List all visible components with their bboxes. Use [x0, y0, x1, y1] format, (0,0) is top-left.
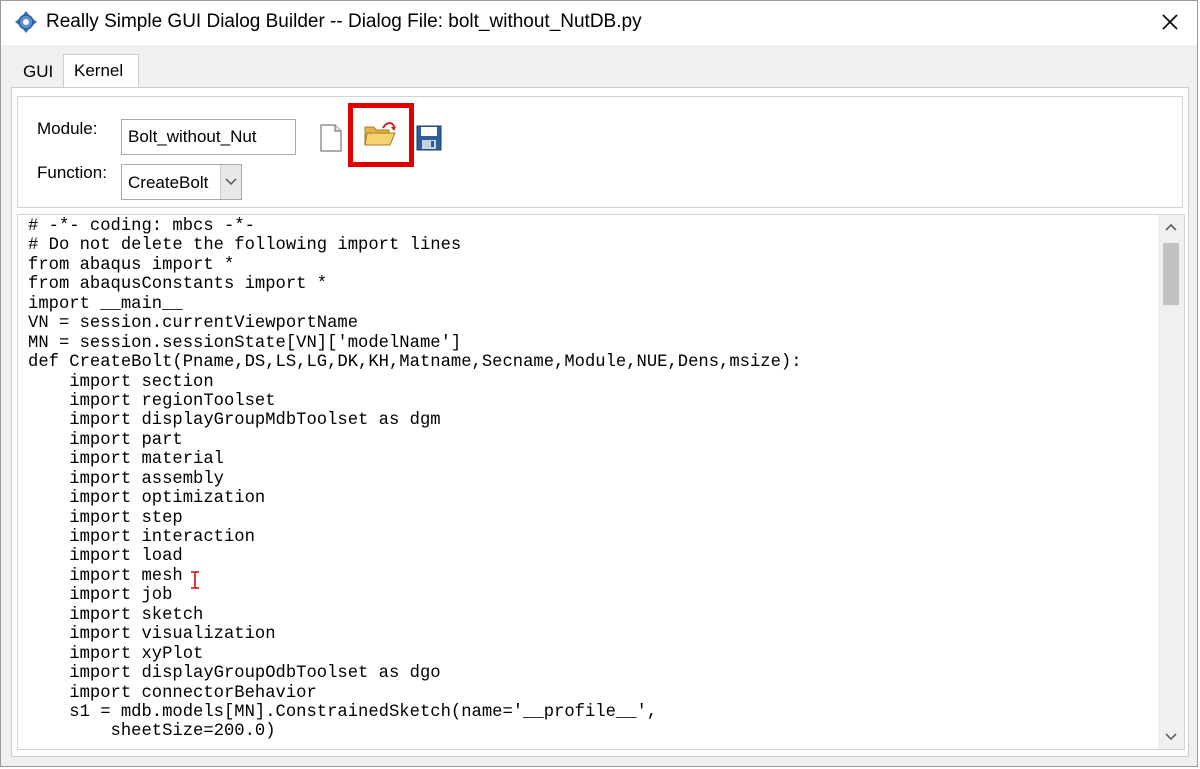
function-label: Function:	[37, 163, 107, 182]
app-gear-icon	[14, 10, 38, 34]
module-function-group: Module: Bolt_without_Nut Function: Creat…	[17, 96, 1183, 208]
code-line[interactable]: import step	[28, 509, 1154, 528]
save-button[interactable]	[412, 121, 446, 155]
code-line[interactable]: # Do not delete the following import lin…	[28, 236, 1154, 255]
code-line[interactable]: import section	[28, 373, 1154, 392]
code-text[interactable]: # -*- coding: mbcs -*- # Do not delete th…	[28, 217, 1154, 742]
code-line[interactable]: from abaqusConstants import *	[28, 275, 1154, 294]
chevron-down-icon[interactable]	[220, 165, 241, 199]
code-line[interactable]: import part	[28, 431, 1154, 450]
code-editor[interactable]: # -*- coding: mbcs -*- # Do not delete th…	[17, 214, 1185, 750]
code-line[interactable]: def CreateBolt(Pname,DS,LS,LG,DK,KH,Matn…	[28, 353, 1154, 372]
code-line[interactable]: s1 = mdb.models[MN].ConstrainedSketch(na…	[28, 703, 1154, 722]
tab-gui[interactable]: GUI	[13, 58, 63, 88]
code-line[interactable]: import regionToolset	[28, 392, 1154, 411]
vertical-scrollbar[interactable]	[1158, 215, 1184, 749]
code-line[interactable]: import xyPlot	[28, 645, 1154, 664]
dialog-window: Really Simple GUI Dialog Builder -- Dial…	[0, 0, 1198, 767]
new-file-icon	[320, 124, 342, 152]
tab-kernel[interactable]: Kernel	[63, 54, 139, 88]
code-line[interactable]: from abaqus import *	[28, 256, 1154, 275]
code-line[interactable]: import assembly	[28, 470, 1154, 489]
code-line[interactable]: import sketch	[28, 606, 1154, 625]
function-value: CreateBolt	[128, 173, 209, 192]
scroll-up-icon[interactable]	[1158, 215, 1184, 239]
code-line[interactable]: VN = session.currentViewportName	[28, 314, 1154, 333]
code-line[interactable]: import displayGroupMdbToolset as dgm	[28, 411, 1154, 430]
code-line[interactable]: import interaction	[28, 528, 1154, 547]
text-cursor-icon	[190, 570, 200, 590]
title-bar: Really Simple GUI Dialog Builder -- Dial…	[1, 1, 1197, 45]
code-line[interactable]: import visualization	[28, 625, 1154, 644]
code-line[interactable]: import optimization	[28, 489, 1154, 508]
module-input[interactable]: Bolt_without_Nut	[121, 119, 296, 155]
save-floppy-icon	[416, 125, 442, 151]
scrollbar-thumb[interactable]	[1163, 243, 1179, 305]
close-icon	[1162, 14, 1178, 30]
code-line[interactable]: import load	[28, 547, 1154, 566]
window-title: Really Simple GUI Dialog Builder -- Dial…	[46, 11, 642, 32]
code-line[interactable]: import connectorBehavior	[28, 684, 1154, 703]
code-line[interactable]: import displayGroupOdbToolset as dgo	[28, 664, 1154, 683]
code-line[interactable]: MN = session.sessionState[VN]['modelName…	[28, 334, 1154, 353]
code-line[interactable]: # -*- coding: mbcs -*-	[28, 217, 1154, 236]
code-line[interactable]: sheetSize=200.0)	[28, 722, 1154, 741]
new-file-button[interactable]	[314, 121, 348, 155]
open-button-highlight	[348, 103, 414, 167]
module-label: Module:	[37, 119, 98, 138]
scroll-down-icon[interactable]	[1158, 725, 1184, 749]
code-line[interactable]: import material	[28, 450, 1154, 469]
code-line[interactable]: import __main__	[28, 295, 1154, 314]
function-select[interactable]: CreateBolt	[121, 164, 242, 200]
close-button[interactable]	[1153, 5, 1187, 39]
kernel-panel: Module: Bolt_without_Nut Function: Creat…	[11, 87, 1189, 757]
